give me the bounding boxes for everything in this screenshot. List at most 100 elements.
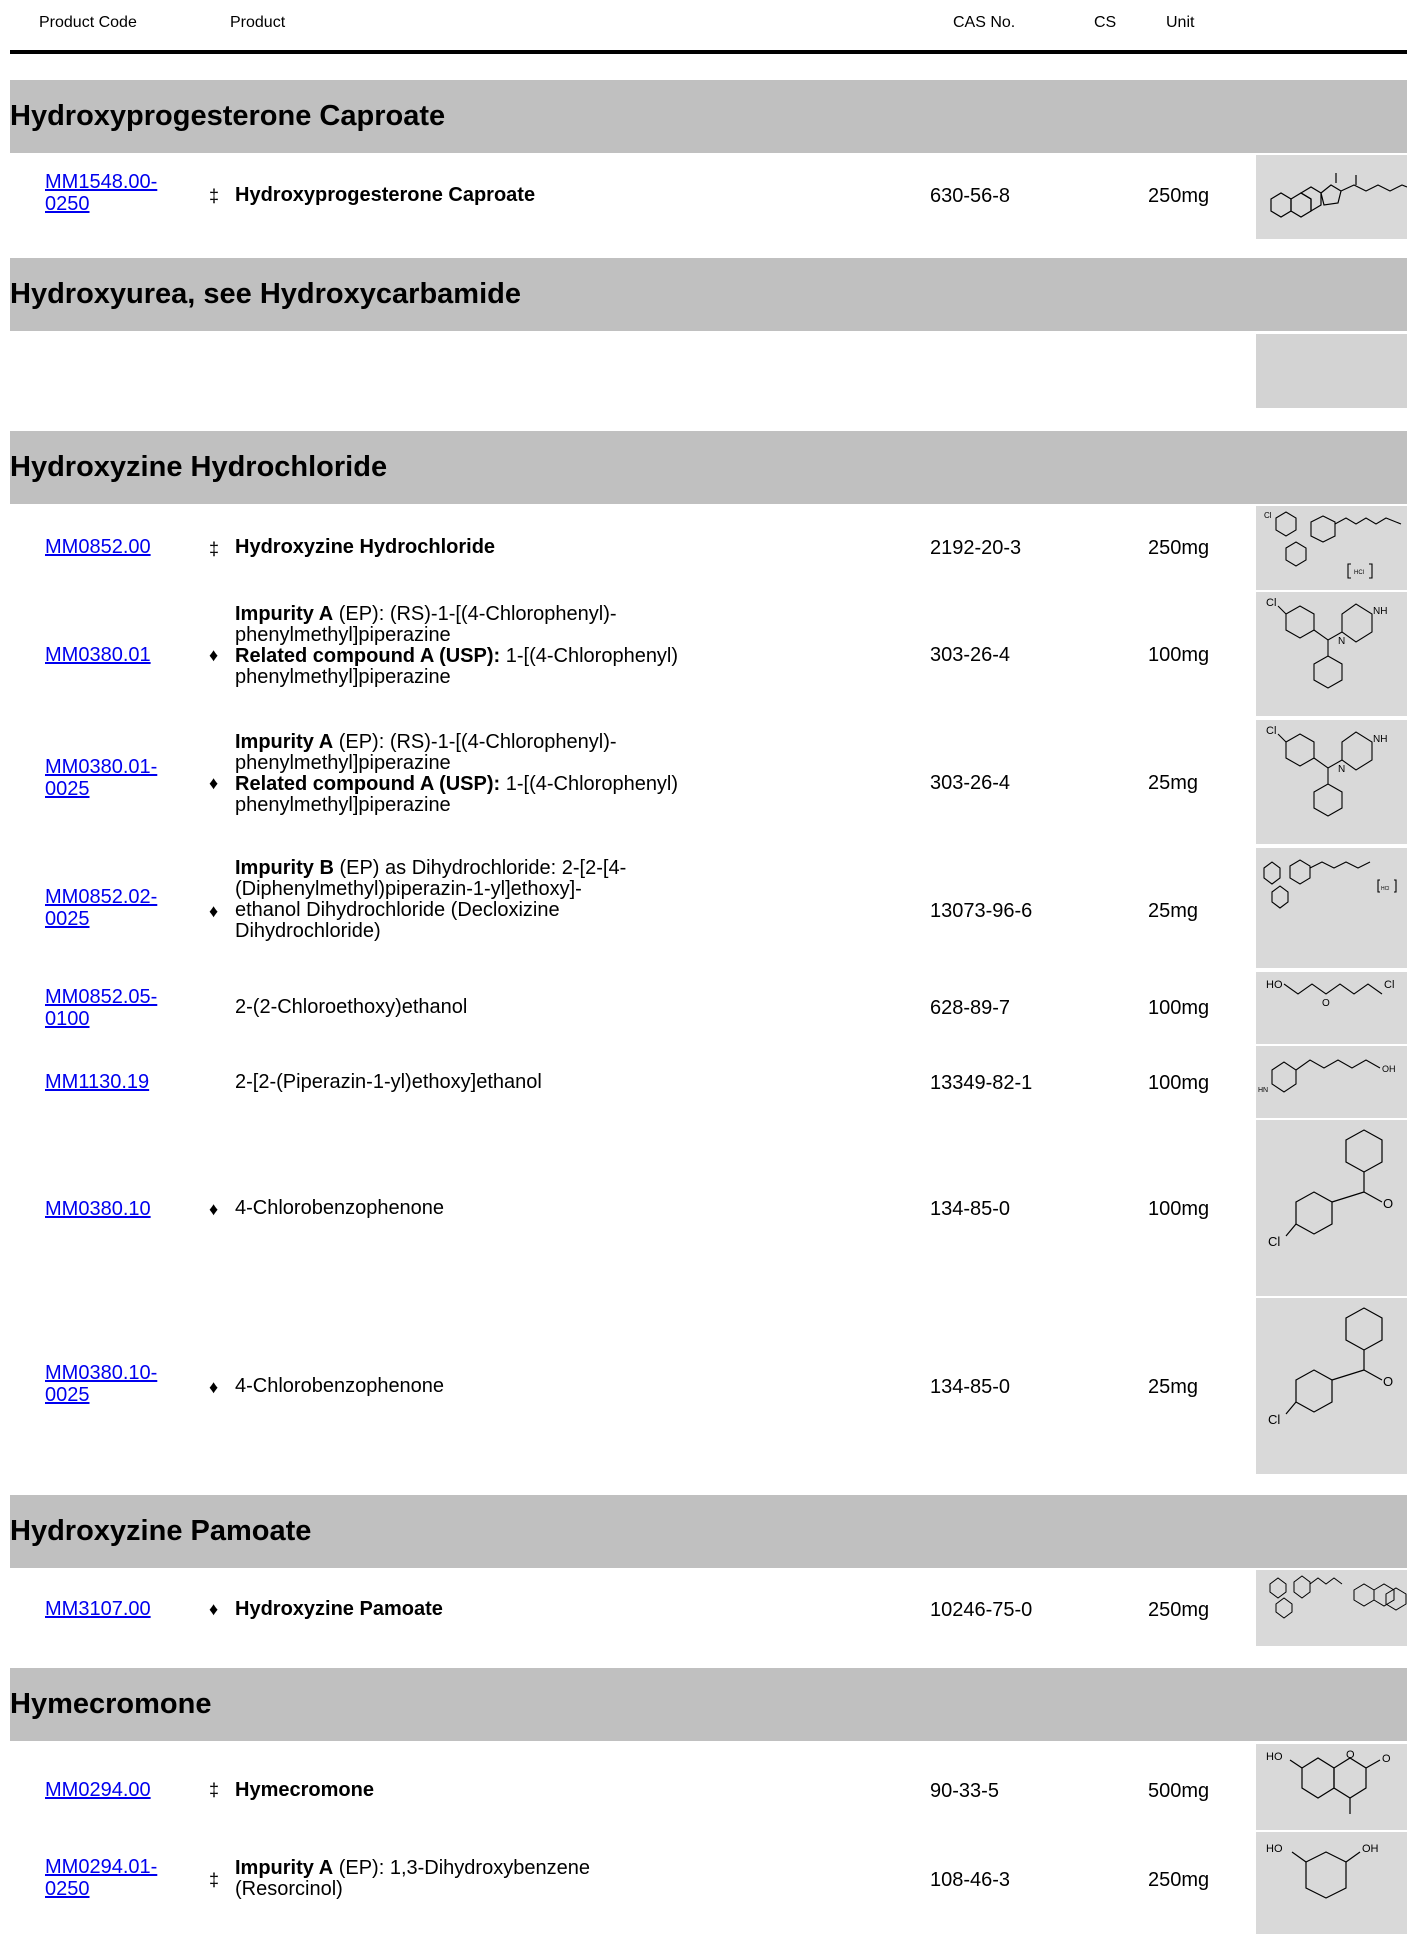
table-row: MM1130.19 2-[2-(Piperazin-1-yl)ethoxy]et… bbox=[0, 1046, 1407, 1118]
svg-text:Cl: Cl bbox=[1268, 1234, 1280, 1249]
product-name: Impurity B (EP) as Dihydrochloride: 2-[2… bbox=[235, 857, 627, 942]
structure-image: Cl O bbox=[1256, 1298, 1407, 1474]
svg-text:HO: HO bbox=[1266, 1751, 1283, 1763]
col-header-unit: Unit bbox=[1166, 14, 1195, 31]
product-name: Impurity A (EP): 1,3-Dihydroxybenzene (R… bbox=[235, 1857, 590, 1900]
structure-image: HCl bbox=[1256, 848, 1407, 968]
flag-symbol: ♦ bbox=[209, 1377, 219, 1397]
svg-text:O: O bbox=[1383, 1374, 1393, 1389]
table-row: MM0852.00 ‡ Hydroxyzine Hydrochloride 21… bbox=[0, 506, 1407, 590]
svg-text:OH: OH bbox=[1382, 1064, 1396, 1074]
svg-text:O: O bbox=[1322, 998, 1330, 1009]
svg-text:HCl: HCl bbox=[1381, 886, 1389, 892]
flag-symbol: ♦ bbox=[209, 645, 219, 665]
table-row: MM0380.10-0025 ♦ 4-Chlorobenzophenone 13… bbox=[0, 1298, 1407, 1474]
hymecromone-structure-icon: HO O O bbox=[1266, 1749, 1391, 1814]
structure-image: Cl O bbox=[1256, 1120, 1407, 1296]
svg-text:O: O bbox=[1382, 1753, 1391, 1765]
table-row: MM0380.01-0025 ♦ Impurity A (EP): (RS)-1… bbox=[0, 720, 1407, 844]
piperazinyl-ethoxy-ethanol-structure-icon: HN OH bbox=[1258, 1059, 1396, 1094]
unit: 25mg bbox=[1148, 900, 1199, 922]
product-code-link[interactable]: MM0294.00 bbox=[45, 1779, 151, 1801]
cas-number: 134-85-0 bbox=[930, 1376, 1011, 1398]
col-header-cs: CS bbox=[1094, 14, 1117, 31]
flag-symbol: ♦ bbox=[209, 1199, 219, 1219]
svg-text:Cl: Cl bbox=[1264, 511, 1272, 520]
flag-symbol: ♦ bbox=[209, 901, 219, 921]
structure-image bbox=[1256, 155, 1407, 239]
product-code-link[interactable]: MM1548.00-0250 bbox=[45, 171, 185, 215]
svg-text:O: O bbox=[1383, 1196, 1393, 1211]
cas-number: 90-33-5 bbox=[930, 1780, 999, 1802]
table-row: MM0294.00 ‡ Hymecromone 90-33-5 500mg HO… bbox=[0, 1744, 1407, 1830]
product-name: Hymecromone bbox=[235, 1779, 374, 1801]
svg-text:HCl: HCl bbox=[1354, 570, 1364, 576]
col-header-product: Product bbox=[230, 14, 286, 31]
structure-image: Cl HCl bbox=[1256, 506, 1407, 590]
product-name: Hydroxyzine Pamoate bbox=[235, 1598, 443, 1620]
product-name: Hydroxyprogesterone Caproate bbox=[235, 184, 536, 206]
cas-number: 630-56-8 bbox=[930, 185, 1011, 207]
unit: 100mg bbox=[1148, 1072, 1210, 1094]
chlorobenzophenone-structure-icon: Cl O bbox=[1268, 1307, 1393, 1427]
table-row: MM0380.10 ♦ 4-Chlorobenzophenone 134-85-… bbox=[0, 1120, 1407, 1296]
table-row: MM1548.00-0250 ‡ Hydroxyprogesterone Cap… bbox=[0, 153, 1407, 240]
section-header: Hydroxyzine Hydrochloride bbox=[10, 431, 1407, 504]
product-code-link[interactable]: MM0852.00 bbox=[45, 536, 151, 558]
structure-image: Cl N NH bbox=[1256, 720, 1407, 844]
chlorophenyl-piperazine-structure-icon: Cl N NH bbox=[1266, 725, 1387, 817]
table-row: MM0852.02-0025 ♦ Impurity B (EP) as Dihy… bbox=[0, 848, 1407, 968]
header-divider bbox=[10, 50, 1407, 54]
product-code-link[interactable]: MM0294.01-0250 bbox=[45, 1856, 185, 1900]
flag-symbol: ♦ bbox=[209, 773, 219, 793]
product-code-link[interactable]: MM0852.05-0100 bbox=[45, 986, 185, 1030]
section-header: Hydroxyzine Pamoate bbox=[10, 1495, 1407, 1568]
cas-number: 134-85-0 bbox=[930, 1198, 1011, 1220]
product-code-link[interactable]: MM0380.10-0025 bbox=[45, 1362, 185, 1406]
svg-text:OH: OH bbox=[1362, 1843, 1379, 1855]
product-code-link[interactable]: MM0380.01 bbox=[45, 644, 151, 666]
unit: 100mg bbox=[1148, 644, 1210, 666]
cas-number: 2192-20-3 bbox=[930, 537, 1022, 559]
steroid-structure-icon bbox=[1270, 173, 1407, 218]
svg-text:HN: HN bbox=[1258, 1087, 1268, 1094]
product-code-link[interactable]: MM0380.10 bbox=[45, 1198, 151, 1220]
flag-symbol: ‡ bbox=[209, 186, 220, 206]
product-code-link[interactable]: MM1130.19 bbox=[45, 1071, 149, 1093]
flag-symbol: ‡ bbox=[209, 539, 220, 559]
unit: 25mg bbox=[1148, 1376, 1199, 1398]
product-code-link[interactable]: MM0852.02-0025 bbox=[45, 886, 185, 930]
section-title: Hymecromone bbox=[10, 1688, 212, 1720]
table-row: MM0294.01-0250 ‡ Impurity A (EP): 1,3-Di… bbox=[0, 1832, 1407, 1934]
structure-image-placeholder bbox=[1256, 334, 1407, 408]
section-header: Hymecromone bbox=[10, 1668, 1407, 1741]
structure-image bbox=[1256, 1570, 1407, 1646]
resorcinol-structure-icon: HO OH bbox=[1266, 1843, 1379, 1899]
cas-number: 108-46-3 bbox=[930, 1869, 1011, 1891]
structure-image: HO O O bbox=[1256, 1744, 1407, 1830]
cas-number: 303-26-4 bbox=[930, 772, 1011, 794]
product-name: 2-(2-Chloroethoxy)ethanol bbox=[235, 996, 468, 1018]
svg-text:N: N bbox=[1338, 764, 1345, 775]
unit: 25mg bbox=[1148, 772, 1199, 794]
table-header: Product Code Product CAS No. CS Unit bbox=[0, 0, 1407, 52]
product-name: Impurity A (EP): (RS)-1-[(4-Chlorophenyl… bbox=[235, 731, 679, 816]
cas-number: 303-26-4 bbox=[930, 644, 1011, 666]
product-code-link[interactable]: MM3107.00 bbox=[45, 1598, 151, 1620]
unit: 250mg bbox=[1148, 537, 1210, 559]
unit: 250mg bbox=[1148, 1599, 1210, 1621]
hydroxyzine-pamoate-structure-icon bbox=[1269, 1575, 1407, 1619]
unit: 100mg bbox=[1148, 997, 1210, 1019]
col-header-cas: CAS No. bbox=[953, 14, 1016, 31]
product-code-link[interactable]: MM0380.01-0025 bbox=[45, 756, 185, 800]
table-row: MM0380.01 ♦ Impurity A (EP): (RS)-1-[(4-… bbox=[0, 592, 1407, 716]
structure-image: HO OH bbox=[1256, 1832, 1407, 1934]
section-title: Hydroxyprogesterone Caproate bbox=[10, 100, 446, 132]
product-name: 2-[2-(Piperazin-1-yl)ethoxy]ethanol bbox=[235, 1071, 542, 1093]
flag-symbol: ‡ bbox=[209, 1780, 220, 1800]
cas-number: 13349-82-1 bbox=[930, 1072, 1033, 1094]
svg-text:O: O bbox=[1346, 1749, 1355, 1761]
table-row: MM3107.00 ♦ Hydroxyzine Pamoate 10246-75… bbox=[0, 1570, 1407, 1646]
table-row: MM0852.05-0100 2-(2-Chloroethoxy)ethanol… bbox=[0, 972, 1407, 1044]
cas-number: 628-89-7 bbox=[930, 997, 1011, 1019]
